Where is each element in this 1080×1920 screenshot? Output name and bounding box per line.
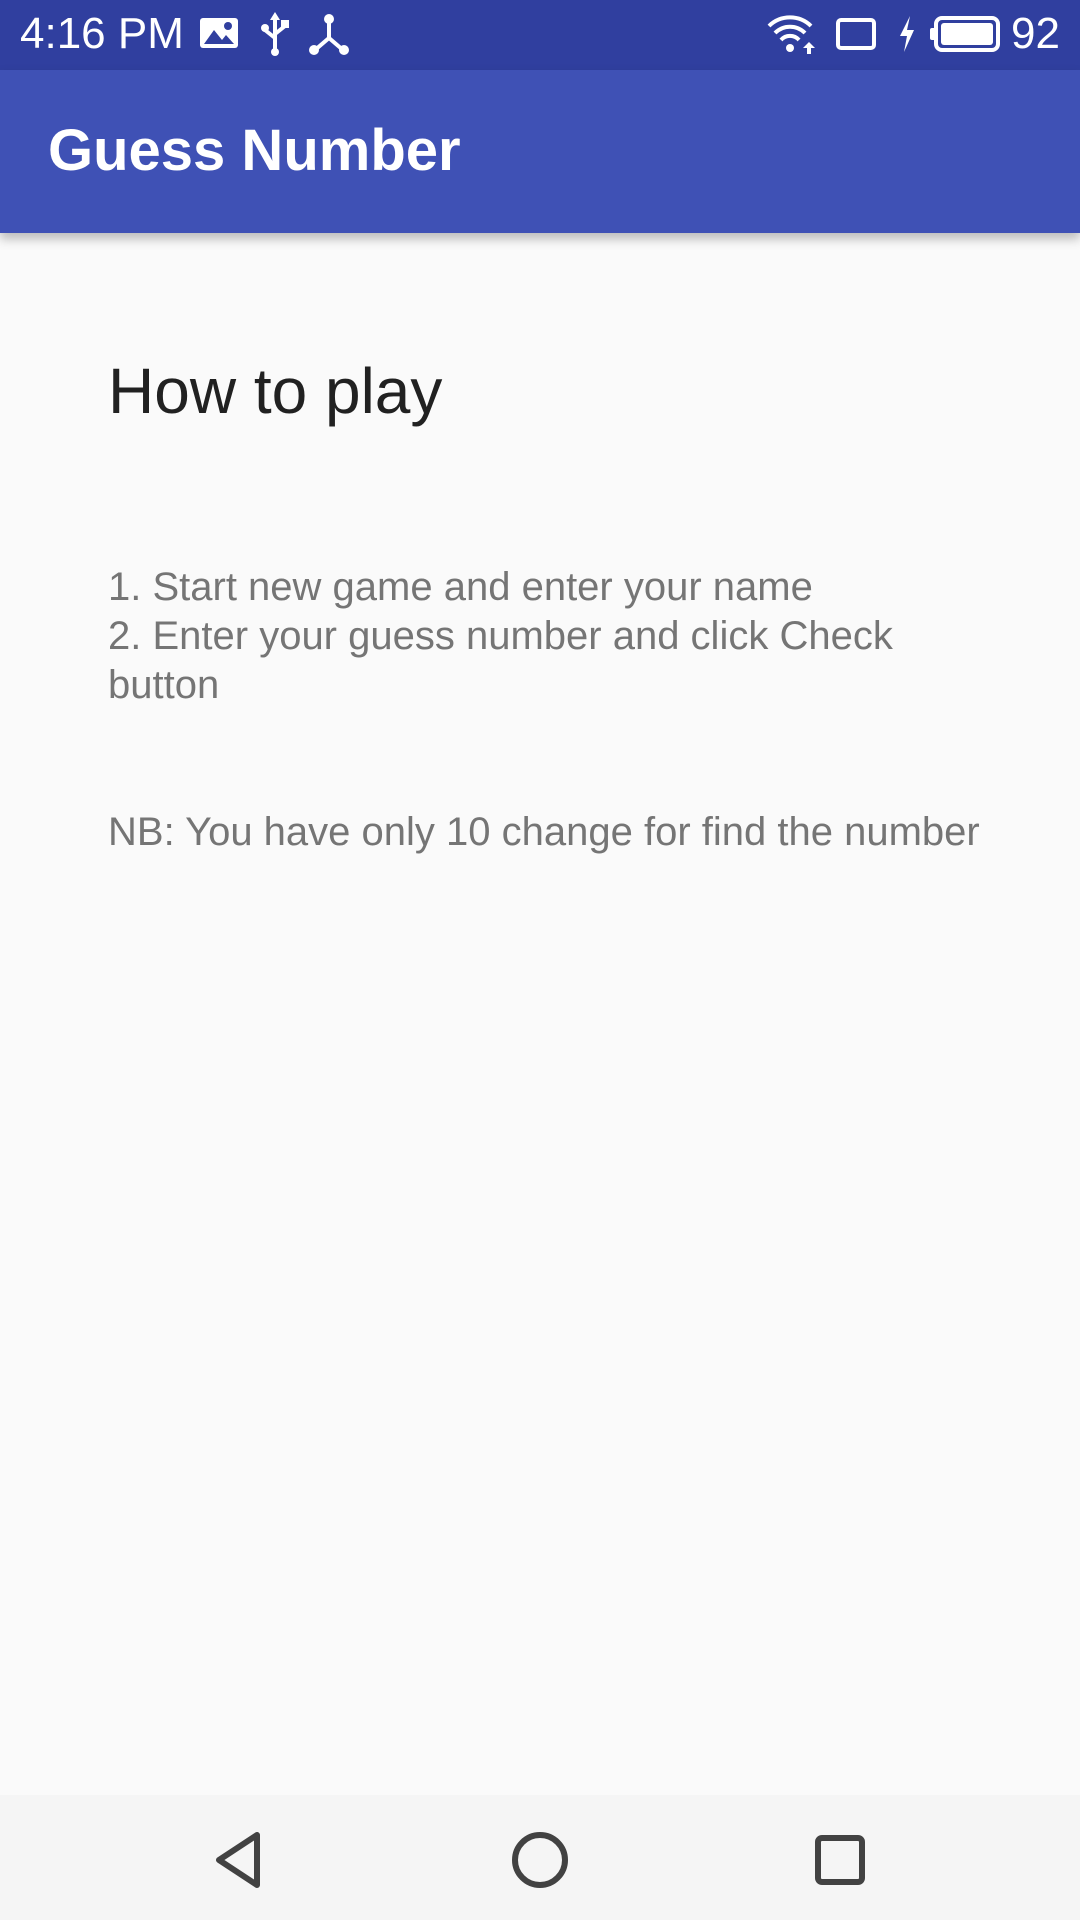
wifi-icon (765, 12, 815, 56)
navigation-bar (0, 1795, 1080, 1920)
charging-icon (896, 12, 918, 56)
recents-button[interactable] (805, 1825, 875, 1895)
image-icon (198, 12, 240, 56)
battery-icon (930, 12, 1002, 56)
app-title: Guess Number (48, 118, 461, 183)
home-icon (512, 1832, 568, 1888)
page-heading: How to play (108, 355, 443, 427)
back-icon (216, 1832, 260, 1888)
app-bar: Guess Number (0, 70, 1080, 233)
status-time: 4:16 PM (20, 9, 184, 58)
screen: 4:16 PM 92 Guess Number How to play 1. S… (0, 0, 1080, 1920)
recents-icon (815, 1835, 865, 1885)
instruction-step: button (108, 663, 220, 707)
battery-level: 92 (1011, 9, 1060, 58)
instruction-step: 1. Start new game and enter your name (108, 565, 813, 609)
instructions: 1. Start new game and enter your name 2.… (108, 563, 1008, 710)
instruction-step: 2. Enter your guess number and click Che… (108, 614, 893, 658)
share-hub-icon (308, 12, 350, 56)
note-text: NB: You have only 10 change for find the… (108, 810, 980, 854)
home-button[interactable] (505, 1825, 575, 1895)
cast-icon (834, 12, 878, 56)
status-bar: 4:16 PM 92 (0, 0, 1080, 70)
usb-icon (260, 12, 290, 56)
back-button[interactable] (205, 1825, 275, 1895)
